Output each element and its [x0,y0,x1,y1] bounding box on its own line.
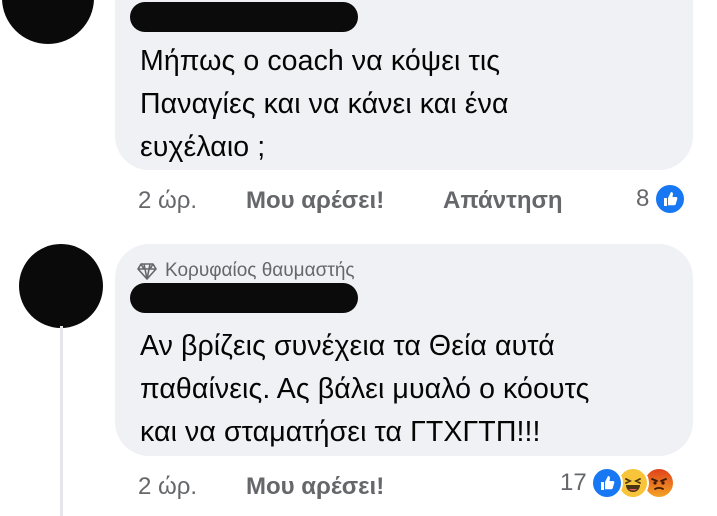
comment-text-line: Μήπως ο coach να κόψει τις [140,45,501,77]
comment-text-line: Αν βρίζεις συνέχεια τα Θεία αυτά [140,330,555,362]
comment-text: Αν βρίζεις συνέχεια τα Θεία αυτά παθαίνε… [140,325,589,454]
comment-text-line: παθαίνεις. Ας βάλει μυαλό ο κόουτς [140,373,590,405]
comment-time[interactable]: 2 ώρ. [138,187,197,215]
comment-text-line: Παναγίες και να κάνει και ένα [140,88,509,120]
comment-text-line: ευχέλαιο ; [140,131,266,163]
reaction-count: 17 [560,469,587,496]
comment-time[interactable]: 2 ώρ. [138,473,197,501]
reply-button[interactable]: Απάντηση [443,187,563,215]
comment-text: Μήπως ο coach να κόψει τις Παναγίες και … [140,40,509,169]
comment-text-line: και να σταματήσει τα ΓΤΧΓΤΠ!!! [140,416,541,448]
thread-line [60,326,63,516]
like-button[interactable]: Μου αρέσει! [246,473,384,501]
reaction-summary[interactable]: 17 [560,467,675,499]
like-button[interactable]: Μου αρέσει! [246,187,384,215]
like-icon [654,183,687,215]
reaction-count: 8 [636,185,650,212]
redacted-author-name[interactable] [130,283,358,313]
redacted-author-name[interactable] [130,2,358,32]
top-fan-label: Κορυφαίος θαυμαστής [165,260,355,281]
reaction-summary[interactable]: 8 [636,183,687,215]
like-icon [590,467,623,499]
top-fan-badge[interactable]: Κορυφαίος θαυμαστής [137,260,355,282]
diamond-icon [137,263,157,280]
avatar[interactable] [2,0,94,44]
avatar[interactable] [19,244,103,328]
